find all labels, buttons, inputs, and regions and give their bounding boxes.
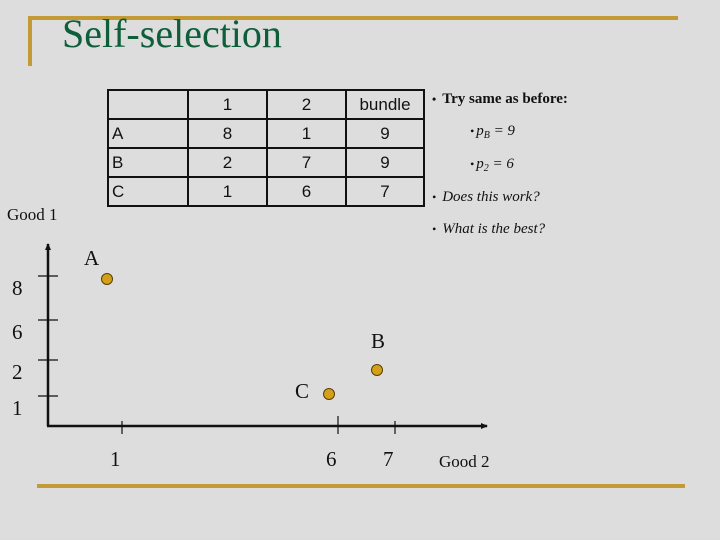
bundle-plot: Good 1 Good 2 8 6 2 1 1 6 7 A B C bbox=[7, 205, 490, 471]
y-tick-label: 6 bbox=[12, 320, 23, 344]
x-axis-label: Good 2 bbox=[439, 452, 490, 471]
y-tick-label: 8 bbox=[12, 276, 23, 300]
data-point-c bbox=[323, 388, 335, 400]
y-tick-label: 2 bbox=[12, 360, 23, 384]
y-tick-label: 1 bbox=[12, 396, 23, 420]
y-axis-label: Good 1 bbox=[7, 205, 58, 224]
point-label-c: C bbox=[295, 379, 309, 403]
x-tick-label: 1 bbox=[110, 447, 121, 471]
data-point-a bbox=[101, 273, 113, 285]
point-label-a: A bbox=[84, 246, 100, 270]
bottom-rule bbox=[37, 484, 685, 488]
x-tick-label: 7 bbox=[383, 447, 394, 471]
data-point-b bbox=[371, 364, 383, 376]
x-tick-label: 6 bbox=[326, 447, 337, 471]
point-label-b: B bbox=[371, 329, 385, 353]
